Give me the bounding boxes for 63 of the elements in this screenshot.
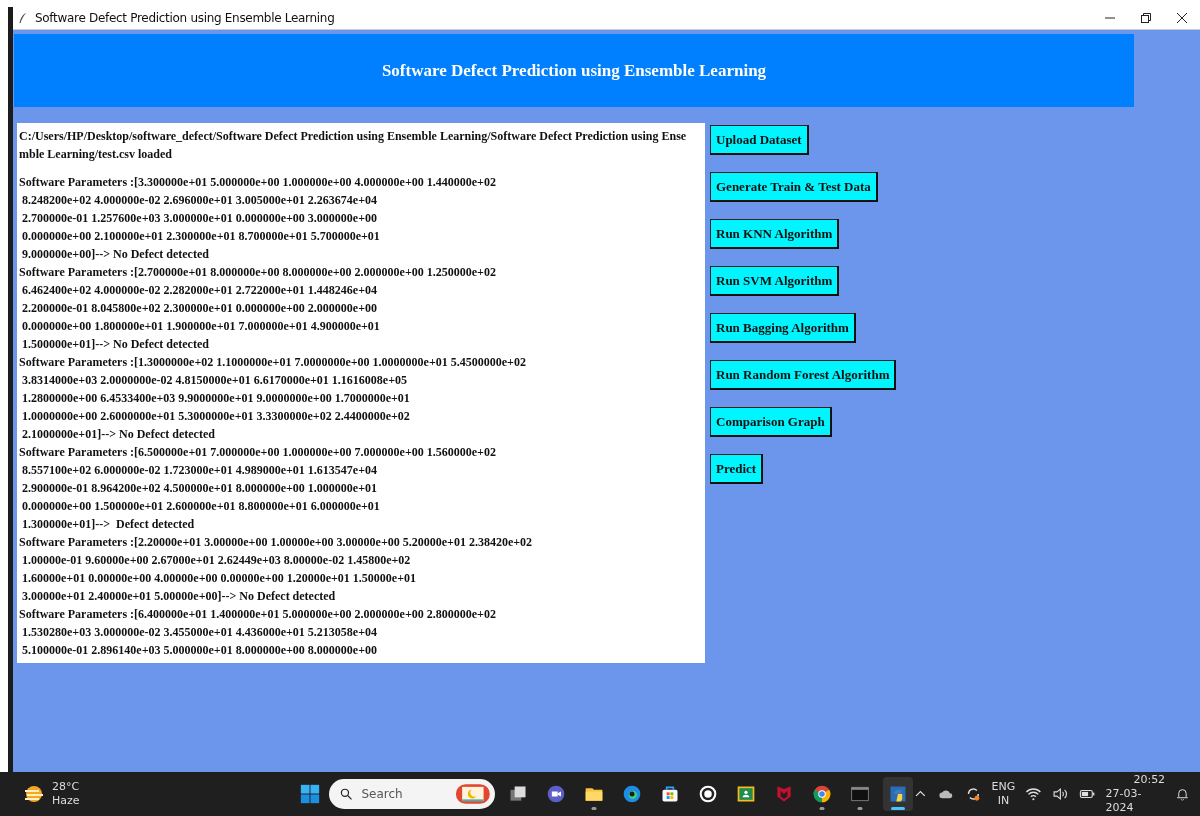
log-line: Software Parameters :[1.3000000e+02 1.1000000e+01 7.0000000e+00 1.0000000e+01 5.4500000e+02	[19, 354, 527, 371]
log-line: 9.000000e+00]--> No Defect detected	[21, 246, 210, 263]
log-line: 2.900000e-01 8.964200e+02 4.500000e+01 8.000000e+00 1.000000e+01	[21, 480, 378, 497]
log-line: 0.000000e+00 1.800000e+01 1.900000e+01 7.000000e+01 4.900000e+01	[21, 318, 381, 335]
log-line: 1.530280e+03 3.000000e-02 3.455000e+01 4.436000e+01 5.213058e+04	[21, 624, 378, 641]
window-title: Software Defect Prediction using Ensemble Learning	[35, 11, 335, 25]
log-line: 0.000000e+00 1.500000e+01 2.600000e+01 8.800000e+01 6.000000e+01	[21, 498, 381, 515]
shopping-bag-icon	[660, 784, 681, 804]
action-button[interactable]: Comparison Graph	[710, 407, 832, 437]
clock-time[interactable]: 20:52	[1133, 773, 1166, 787]
log-line: 6.462400e+02 4.000000e-02 2.282000e+01 2.722000e+01 1.448246e+04	[21, 282, 378, 299]
log-line: mble Learning/test.csv loaded	[19, 146, 173, 163]
log-line: 1.0000000e+00 2.6000000e+01 5.3000000e+01 3.3300000e+02 2.4400000e+02	[21, 408, 411, 425]
speaker-icon[interactable]	[1052, 785, 1069, 803]
log-line: 8.248200e+02 4.000000e-02 2.696000e+01 3.005000e+01 2.263674e+04	[21, 192, 378, 209]
action-button[interactable]: Run KNN Algorithm	[710, 219, 840, 249]
wifi-icon[interactable]	[1025, 785, 1043, 803]
log-line: C:/Users/HP/Desktop/software_defect/Software Defect Prediction using Ensemble Learning/Software Defect Prediction using Ense	[19, 128, 688, 145]
clock-date[interactable]: 27-03-2024	[1105, 787, 1166, 815]
log-line: 1.2800000e+00 6.4533400e+03 9.9000000e+01 9.0000000e+00 1.7000000e+01	[21, 390, 411, 407]
log-line: 3.00000e+01 2.40000e+01 5.00000e+00]--> No Defect detected	[21, 588, 337, 605]
log-line: Software Parameters :[6.500000e+01 7.000000e+00 1.000000e+00 7.000000e+00 1.560000e+02	[19, 444, 497, 461]
action-button[interactable]: Predict	[710, 454, 764, 484]
search-icon	[339, 786, 354, 802]
log-line: 1.60000e+01 0.00000e+00 4.00000e+00 0.00000e+00 1.20000e+01 1.50000e+01	[21, 570, 417, 587]
action-button[interactable]: Upload Dataset	[710, 125, 809, 155]
language-indicator[interactable]: ENG	[991, 780, 1016, 794]
windows-start-icon[interactable]	[299, 783, 322, 805]
notification-bell-icon[interactable]	[1175, 786, 1190, 802]
chrome-icon	[812, 784, 833, 804]
video-camera-icon	[546, 784, 567, 804]
log-line: 1.500000e+01]--> No Defect detected	[21, 336, 210, 353]
action-button[interactable]: Generate Train & Test Data	[710, 172, 878, 202]
log-line: Software Parameters :[2.700000e+01 8.000000e+00 8.000000e+00 2.000000e+00 1.250000e+02	[19, 264, 497, 281]
search-input[interactable]: Search	[359, 786, 450, 802]
close-icon[interactable]	[1176, 12, 1188, 24]
weather-condition: Haze	[52, 794, 80, 808]
log-line: 2.200000e-01 8.045800e+02 2.300000e+01 0.000000e+00 2.000000e+00	[21, 300, 378, 317]
classroom-board-icon	[736, 784, 757, 804]
log-line: Software Parameters :[6.400000e+01 1.400000e+01 5.000000e+00 2.000000e+00 2.800000e+02	[19, 606, 497, 623]
python-window-icon	[888, 784, 909, 804]
terminal-icon	[850, 784, 871, 804]
log-line: 8.557100e+02 6.000000e-02 1.723000e+01 4.989000e+01 1.613547e+04	[21, 462, 378, 479]
log-line: 2.1000000e+01]--> No Defect detected	[21, 426, 216, 443]
restore-icon[interactable]	[1140, 12, 1152, 24]
feather-icon	[17, 12, 29, 24]
log-line: 3.8314000e+03 2.0000000e-02 4.8150000e+01 6.6170000e+01 1.1616008e+05	[21, 372, 408, 389]
action-button[interactable]: Run Random Forest Algorithm	[710, 360, 897, 390]
log-line: 5.100000e-01 2.896140e+03 5.000000e+01 8.000000e+00 8.000000e+00	[21, 642, 378, 659]
language-indicator[interactable]: IN	[997, 794, 1010, 808]
browser-icon	[622, 784, 643, 804]
action-button[interactable]: Run SVM Algorithm	[710, 266, 840, 296]
overlapping-windows-icon	[508, 784, 529, 804]
temperature-text: 28°C	[52, 780, 80, 794]
search-field[interactable]: Search	[329, 779, 496, 809]
action-button[interactable]: Run Bagging Algorithm	[710, 313, 856, 343]
log-line: Software Parameters :[3.300000e+01 5.000000e+00 1.000000e+00 4.000000e+00 1.440000e+02	[19, 174, 497, 191]
log-line: Software Parameters :[2.20000e+01 3.00000e+00 1.00000e+00 3.00000e+00 5.20000e+01 2.38420e+02	[19, 534, 534, 551]
log-line: 1.00000e-01 9.60000e+00 2.67000e+01 2.62449e+03 8.00000e-02 1.45800e+02	[21, 552, 412, 569]
log-line: 1.300000e+01]--> Defect detected	[21, 516, 196, 533]
log-line: 0.000000e+00 2.100000e+01 2.300000e+01 8.700000e+01 5.700000e+01	[21, 228, 381, 245]
app-title: Software Defect Prediction using Ensemble Learning	[381, 60, 767, 81]
log-line: 2.700000e-01 1.257600e+03 3.000000e+01 0.000000e+00 3.000000e+00	[21, 210, 378, 227]
